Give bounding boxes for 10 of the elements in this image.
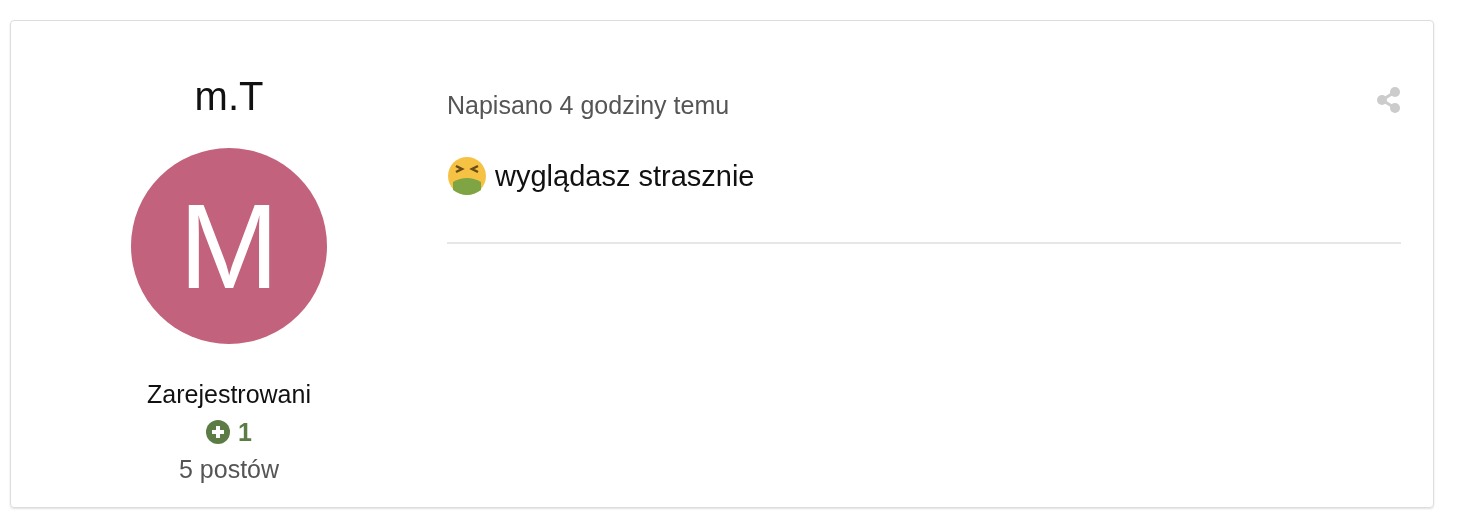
reputation-count: 1 — [238, 416, 252, 448]
share-icon[interactable] — [1377, 87, 1401, 113]
post-count: 5 postów — [178, 454, 280, 485]
avatar[interactable]: M — [131, 148, 327, 344]
emoji-icon — [447, 156, 487, 197]
post-date: Napisano 4 godziny temu — [447, 90, 730, 121]
author-name[interactable]: m.T — [194, 76, 264, 116]
member-group: Zarejestrowani — [147, 376, 311, 414]
plus-icon — [206, 420, 231, 445]
post-text: wyglądasz strasznie — [495, 158, 755, 194]
